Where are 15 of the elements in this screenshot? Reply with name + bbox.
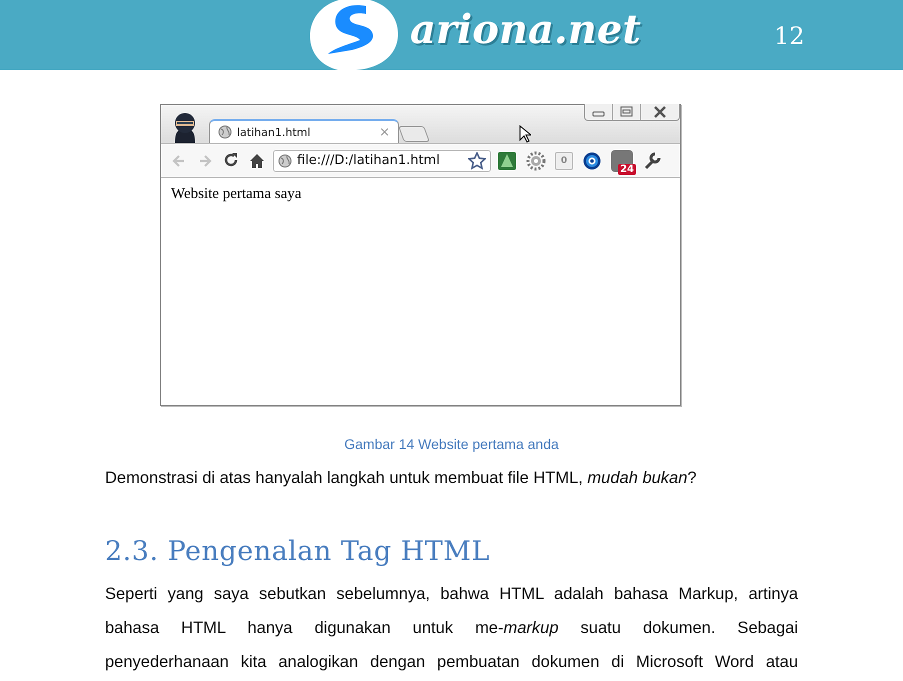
figure-caption: Gambar 14 Website pertama anda (343, 436, 560, 452)
page-text: Website pertama saya (171, 186, 302, 203)
counter-button[interactable]: 0 (555, 152, 573, 170)
paragraph: Seperti yang saya sebutkan sebelumnya, bahwa HTML adalah bahasa Markup, artinya bahasa HTML hanya digunakan untuk me-markup suatu dokumen. Sebagai penyederhanaan kita analogikan dengan pembuatan dokumen di Microsoft Word atau (105, 584, 798, 673)
address-bar[interactable]: file:///D:/latihan1.html (273, 150, 491, 172)
logo-text: ariona.net (410, 6, 641, 53)
browser-tab[interactable]: latihan1.html × (209, 119, 399, 143)
home-button[interactable] (248, 152, 266, 170)
gear-icon[interactable] (526, 150, 546, 170)
section-heading: 2.3. Pengenalan Tag HTML (105, 536, 491, 567)
star-icon[interactable] (468, 152, 486, 170)
paragraph: Demonstrasi di atas hanyalah langkah untuk membuat file HTML, mudah bukan? (105, 468, 698, 489)
page-number: 12 (774, 22, 805, 50)
wrench-icon[interactable] (642, 150, 662, 170)
tree-icon[interactable] (497, 150, 517, 170)
